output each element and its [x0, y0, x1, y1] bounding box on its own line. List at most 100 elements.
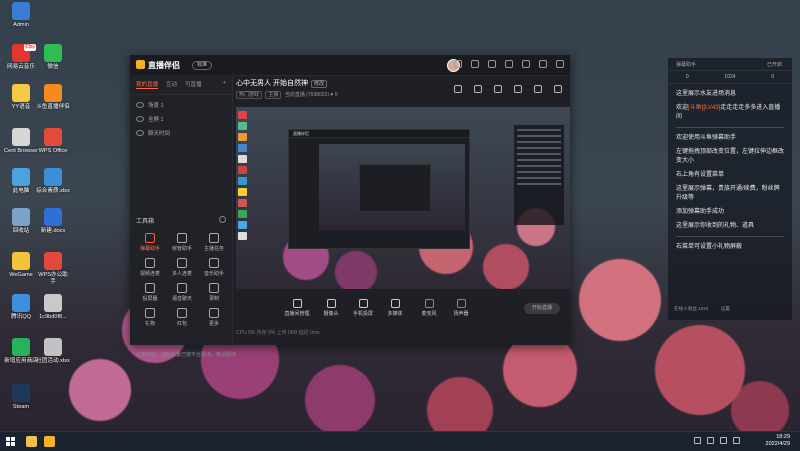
desktop-icon[interactable]: 社团活动.xlsx — [36, 338, 70, 365]
category-pill[interactable]: 热门游戏 — [236, 91, 263, 99]
tray-ime-icon[interactable] — [733, 437, 740, 444]
record-icon[interactable] — [494, 85, 502, 93]
toolbox-item[interactable]: 音乐助手 — [198, 258, 230, 277]
toolbox-item[interactable]: 投屏器 — [134, 283, 166, 302]
start-live-button[interactable]: 开始直播 — [524, 303, 560, 314]
desktop-icon[interactable]: 斗鱼直播伴侣 — [36, 84, 70, 111]
desktop-icon[interactable]: WPS Office — [36, 128, 70, 155]
mail-icon[interactable] — [454, 60, 462, 68]
stream-title[interactable]: 心中无男人 开始自然神 — [236, 80, 308, 87]
control-button[interactable]: 扬声器 — [446, 299, 476, 317]
desktop-icon[interactable]: WeGame — [4, 252, 38, 279]
anchor-pill[interactable]: 主播 — [265, 91, 282, 99]
tool-icon — [177, 308, 187, 318]
desktop-icon-label: 新建.docx — [40, 228, 66, 234]
control-button[interactable]: 摄像头 — [316, 299, 346, 317]
preview-desktop-icons — [238, 111, 250, 281]
share-icon[interactable] — [554, 85, 562, 93]
toolbox-settings-icon[interactable] — [219, 216, 226, 223]
desktop-icon[interactable]: Steam — [4, 384, 38, 411]
desktop-icon[interactable]: 新增应用商店 — [4, 338, 38, 365]
tray-volume-icon[interactable] — [720, 437, 727, 444]
minimize-icon[interactable] — [522, 60, 530, 68]
desktop-icon[interactable]: 1c9bd0f8... — [36, 294, 70, 321]
desktop-icon[interactable]: 此电脑 — [4, 168, 38, 195]
tray-arrow-icon[interactable] — [694, 437, 701, 444]
stream-edit-tag[interactable]: 修改 — [310, 80, 327, 88]
control-button[interactable]: 直播间管理 — [282, 299, 312, 317]
visibility-icon[interactable] — [136, 130, 144, 136]
barrage-assistant-panel[interactable]: 弹幕助手 已开启 0 1024 0 这里展示水友进场消息 欢迎[斗鱼][LV43]走走… — [668, 58, 792, 320]
desktop-icon[interactable]: WPS办公助手 — [36, 252, 70, 286]
desktop-icon[interactable]: 综合素质.xlsx — [36, 168, 70, 195]
close-icon[interactable] — [556, 60, 564, 68]
control-button[interactable]: 多媒体 — [380, 299, 410, 317]
desktop-icon[interactable]: 网易云音乐 扫码 — [4, 44, 38, 71]
chat-message-pre: 欢迎 — [676, 105, 689, 111]
tool-label: 礼物 — [144, 321, 155, 327]
desktop-app-icon — [44, 128, 62, 146]
control-label: 手机投屏 — [352, 311, 373, 317]
toolbox-item[interactable]: 录制 — [198, 283, 230, 302]
lock-icon[interactable] — [474, 85, 482, 93]
sidebar-tab[interactable]: 我的直播 — [136, 80, 159, 89]
visibility-icon[interactable] — [136, 102, 144, 108]
toolbox-item[interactable]: 主播任务 — [198, 233, 230, 252]
menu-icon[interactable] — [505, 60, 513, 68]
toolbox-item[interactable]: 多人连麦 — [166, 258, 198, 277]
version-badge[interactable]: 标准 — [192, 61, 213, 70]
tool-icon — [209, 258, 219, 268]
viewer-count: 0 — [334, 92, 338, 98]
desktop-app-icon — [12, 128, 30, 146]
scene-item[interactable]: 全屏 1 — [130, 112, 232, 126]
toolbox-item[interactable]: 语音聊天 — [166, 283, 198, 302]
taskbar-streamer-icon[interactable] — [44, 436, 55, 447]
desktop-app-icon — [44, 294, 62, 312]
desktop-icon[interactable]: 腾讯QQ — [4, 294, 38, 321]
desktop-icon[interactable]: 回收站 — [4, 208, 38, 235]
control-button[interactable]: 麦克风 — [414, 299, 444, 317]
visibility-icon[interactable] — [136, 116, 144, 122]
bell-icon[interactable] — [534, 85, 542, 93]
start-button[interactable] — [6, 437, 15, 446]
control-icon — [456, 299, 466, 308]
chat-footer: 在线 0 粉丝 1024 设置 — [674, 306, 730, 312]
toolbox-item[interactable]: 弹幕助手 — [134, 233, 166, 252]
add-scene-icon[interactable]: + — [223, 80, 226, 89]
desktop-icon[interactable]: YY语音 — [4, 84, 38, 111]
app-sidebar: 我的直播 互动 可直播 + 场景 1 全屏 1 聊天时间 工具箱 弹幕助手 房管助手 主播任务… — [130, 75, 236, 358]
control-icon — [390, 299, 400, 308]
sidebar-tab[interactable]: 互动 — [166, 80, 177, 89]
control-icon — [292, 299, 302, 308]
layout-icon[interactable] — [454, 85, 462, 93]
desktop-icon-label: WPS办公助手 — [38, 272, 68, 285]
tray-network-icon[interactable] — [707, 437, 714, 444]
chat-message-pre: 这里展示弹幕，贵族开通/续费，粉丝牌升级等 — [676, 186, 780, 201]
settings-icon[interactable] — [488, 60, 496, 68]
screen-icon[interactable] — [471, 60, 479, 68]
desktop-icon[interactable]: Admin — [4, 2, 38, 29]
brand-logo-icon — [136, 60, 145, 69]
toolbox-item[interactable]: 视频连麦 — [134, 258, 166, 277]
toolbox-item[interactable]: 红包 — [166, 308, 198, 327]
toolbox-item[interactable]: 礼物 — [134, 308, 166, 327]
scene-item[interactable]: 场景 1 — [130, 98, 232, 112]
taskbar-folder-icon[interactable] — [26, 436, 37, 447]
sidebar-tab[interactable]: 可直播 — [185, 80, 202, 89]
taskbar-clock[interactable]: 18:29 2022/4/29 — [766, 434, 790, 448]
desktop-icon[interactable]: 新建.docx — [36, 208, 70, 235]
chat-status[interactable]: 已开启 — [767, 61, 782, 68]
live-preview[interactable]: 直播伴侣 — [236, 107, 570, 289]
monitor-icon[interactable] — [514, 85, 522, 93]
control-button[interactable]: 手机投屏 — [348, 299, 378, 317]
desktop-icon[interactable]: 微信 — [36, 44, 70, 71]
app-titlebar[interactable]: 直播伴侣 标准 — [130, 55, 570, 76]
maximize-icon[interactable] — [539, 60, 547, 68]
toolbox-item[interactable]: 房管助手 — [166, 233, 198, 252]
tool-label: 投屏器 — [142, 296, 158, 302]
scene-item[interactable]: 聊天时间 — [130, 126, 232, 140]
toolbox-item[interactable]: 更多 — [198, 308, 230, 327]
desktop-icon[interactable]: Cent Browser — [4, 128, 38, 155]
chat-settings-link[interactable]: 设置 — [721, 306, 730, 311]
chat-stat: 1024 — [724, 74, 736, 80]
